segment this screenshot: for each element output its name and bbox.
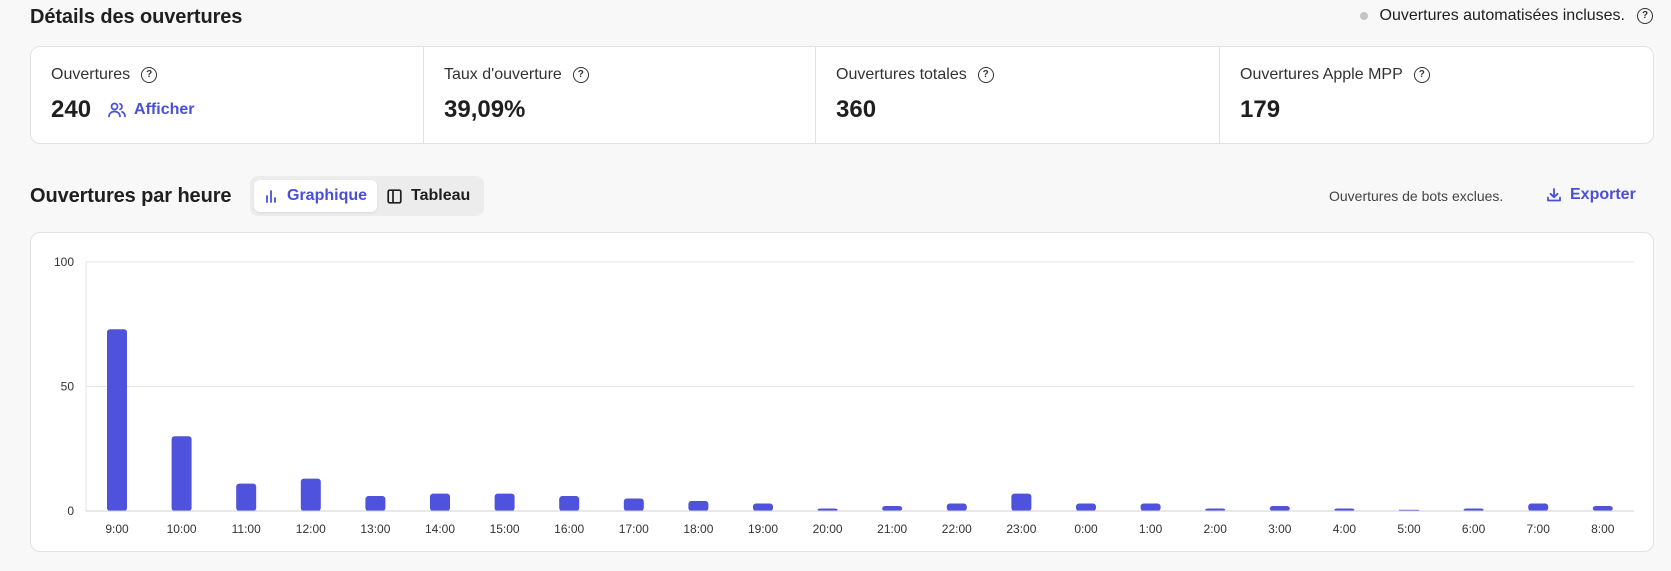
export-button[interactable]: Exporter — [1546, 186, 1636, 204]
x-tick-label: 17:00 — [619, 522, 649, 536]
table-view-label: Tableau — [411, 187, 471, 204]
x-tick-label: 19:00 — [748, 522, 778, 536]
stat-value: 179 — [1240, 96, 1281, 123]
x-tick-label: 21:00 — [877, 522, 907, 536]
table-icon — [387, 188, 402, 204]
bar-8:00 — [1592, 506, 1613, 511]
bar-3:00 — [1269, 506, 1290, 511]
bar-21:00 — [882, 506, 903, 511]
bar-chart: 0 50 100 9:00 10:00 11:00 12:00 13:00 14:00 15:00… — [54, 255, 1634, 536]
x-tick-label: 2:00 — [1204, 522, 1228, 536]
x-tick-label: 20:00 — [813, 522, 843, 536]
help-icon[interactable]: ? — [572, 67, 589, 83]
bar-0:00 — [1076, 503, 1096, 511]
y-tick-label: 100 — [54, 255, 74, 269]
help-icon[interactable]: ? — [1637, 8, 1653, 24]
x-tick-label: 11:00 — [232, 522, 261, 536]
bar-22:00 — [946, 503, 967, 511]
export-label: Exporter — [1570, 186, 1636, 203]
show-openers-button[interactable]: Afficher — [108, 101, 195, 119]
x-tick-label: 12:00 — [296, 522, 326, 536]
x-tick-label: 0:00 — [1074, 522, 1098, 536]
help-icon[interactable]: ? — [1413, 67, 1430, 83]
stat-value: 360 — [836, 96, 877, 123]
x-tick-label: 14:00 — [425, 522, 455, 536]
bots-excluded-note: Ouvertures de bots exclues. — [1329, 188, 1504, 204]
x-tick-label: 10:00 — [167, 522, 197, 536]
details-title: Détails des ouvertures — [30, 6, 243, 28]
chart-view-button[interactable]: Graphique — [254, 180, 378, 212]
stat-label: Ouvertures — [51, 66, 131, 83]
stat-value: 39,09% — [444, 96, 526, 123]
bar-chart-icon — [266, 190, 276, 203]
x-tick-label: 3:00 — [1268, 522, 1292, 536]
bar-16:00 — [559, 496, 580, 511]
stat-label: Taux d'ouverture — [444, 66, 562, 83]
stat-apple-mpp-opens: Ouvertures Apple MPP ? 179 — [1220, 47, 1653, 143]
bar-9:00 — [107, 329, 127, 511]
x-tick-label: 6:00 — [1462, 522, 1486, 536]
bar-23:00 — [1011, 493, 1032, 511]
table-view-button[interactable]: Tableau — [377, 180, 480, 212]
x-tick-label: 22:00 — [942, 522, 972, 536]
x-tick-label: 7:00 — [1527, 522, 1551, 536]
bar-10:00 — [171, 436, 192, 511]
stat-label: Ouvertures Apple MPP — [1240, 66, 1403, 83]
bar-12:00 — [300, 478, 321, 511]
x-tick-label: 15:00 — [490, 522, 520, 536]
bar-14:00 — [430, 493, 450, 511]
x-tick-label: 1:00 — [1139, 522, 1163, 536]
stat-open-rate: Taux d'ouverture ? 39,09% — [424, 47, 816, 143]
download-icon — [1547, 188, 1561, 202]
x-tick-label: 8:00 — [1591, 522, 1615, 536]
show-openers-label: Afficher — [134, 101, 195, 118]
help-icon[interactable]: ? — [977, 67, 994, 83]
stat-total-opens: Ouvertures totales ? 360 — [816, 47, 1220, 143]
help-icon[interactable]: ? — [141, 67, 158, 83]
users-icon — [108, 102, 126, 118]
bar-7:00 — [1528, 503, 1549, 511]
bar-1:00 — [1140, 503, 1161, 511]
y-tick-label: 50 — [61, 380, 75, 394]
hourly-opens-title: Ouvertures par heure — [30, 185, 232, 207]
automated-opens-note: Ouvertures automatisées incluses. ? — [1359, 7, 1653, 25]
hourly-opens-chart: 0 50 100 9:00 10:00 11:00 12:00 13:00 14:00 15:00… — [30, 232, 1654, 552]
x-tick-label: 16:00 — [554, 522, 584, 536]
x-tick-label: 4:00 — [1333, 522, 1357, 536]
x-tick-label: 23:00 — [1006, 522, 1036, 536]
bar-11:00 — [236, 483, 257, 511]
stat-label: Ouvertures totales — [836, 66, 967, 83]
automated-opens-text: Ouvertures automatisées incluses. — [1379, 7, 1625, 24]
x-tick-label: 18:00 — [683, 522, 713, 536]
bar-17:00 — [623, 498, 644, 511]
y-tick-label: 0 — [67, 504, 74, 518]
stats-card: Ouvertures ? 240 Afficher Taux d'ouvertu… — [30, 46, 1654, 144]
bar-13:00 — [365, 496, 386, 511]
chart-view-label: Graphique — [287, 187, 368, 204]
x-tick-label: 13:00 — [360, 522, 390, 536]
status-dot-icon — [1359, 12, 1368, 20]
stat-value: 240 — [51, 96, 92, 123]
bar-15:00 — [494, 493, 515, 511]
x-tick-label: 9:00 — [105, 522, 129, 536]
stat-opens: Ouvertures ? 240 Afficher — [31, 47, 424, 143]
view-toggle: Graphique Tableau — [250, 176, 485, 216]
x-tick-label: 5:00 — [1397, 522, 1421, 536]
bar-19:00 — [753, 503, 773, 511]
bar-18:00 — [688, 501, 709, 511]
